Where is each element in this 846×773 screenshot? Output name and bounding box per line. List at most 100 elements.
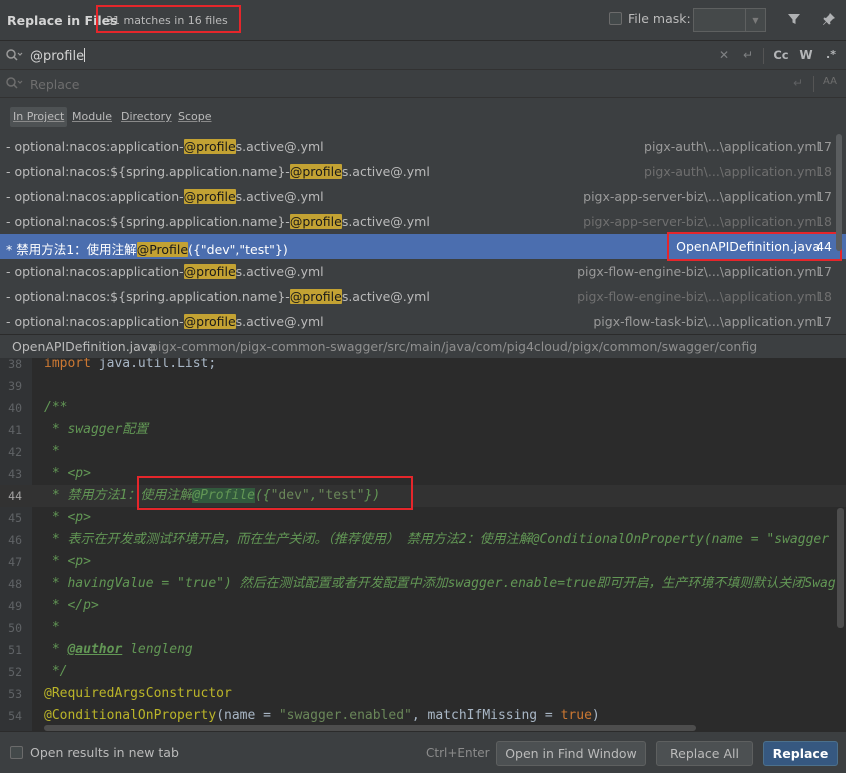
find-row: @profile ✕ ↵ Cc W .* (0, 42, 846, 70)
code-line: 47 * <p> (0, 551, 846, 573)
results-list: - optional:nacos:application-@profiles.a… (0, 134, 846, 334)
replace-input[interactable]: Replace (30, 77, 79, 92)
newline-icon[interactable]: ↵ (740, 48, 756, 62)
code-text: * <p> (44, 463, 91, 485)
line-number: 48 (8, 577, 22, 591)
result-row[interactable]: - optional:nacos:application-@profiles.a… (0, 309, 846, 334)
code-text: import java.util.List; (44, 358, 216, 375)
code-token: * <p> (44, 466, 91, 481)
result-text-before: * 禁用方法1：使用注解 (6, 242, 137, 257)
result-text: - optional:nacos:application-@profiles.a… (6, 264, 324, 279)
open-new-tab-label[interactable]: Open results in new tab (30, 745, 179, 760)
result-match: @profile (183, 264, 236, 279)
code-token: * (44, 642, 68, 657)
separator (813, 76, 814, 92)
result-text-before: - optional:nacos:${spring.application.na… (6, 164, 290, 179)
result-text: - optional:nacos:application-@profiles.a… (6, 139, 324, 154)
result-text: - optional:nacos:application-@profiles.a… (6, 189, 324, 204)
code-text: * <p> (44, 551, 91, 573)
code-token: * <p> (44, 554, 91, 569)
code-line: 54 @ConditionalOnProperty(name = "swagger… (0, 705, 846, 727)
code-token: * (44, 444, 60, 459)
tab-module[interactable]: Module (69, 107, 115, 127)
line-number: 38 (8, 358, 22, 371)
dialog-header: Replace in Files 31 matches in 16 files … (0, 0, 846, 41)
replace-history-icon[interactable] (5, 76, 23, 92)
result-text: - optional:nacos:${spring.application.na… (6, 214, 430, 229)
result-match: @Profile (136, 242, 189, 257)
open-in-find-window-button[interactable]: Open in Find Window (496, 741, 646, 766)
code-token: * <p> (44, 510, 91, 525)
result-match: @profile (289, 214, 342, 229)
line-number: 41 (8, 423, 22, 437)
preview-path-bar: OpenAPIDefinition.java pigx-common/pigx-… (0, 334, 846, 358)
search-input[interactable]: @profile (30, 48, 86, 64)
regex-icon[interactable]: .* (823, 48, 839, 61)
code-text: @RequiredArgsConstructor (44, 683, 232, 705)
result-match: @profile (183, 139, 236, 154)
result-line-number: 18 (816, 164, 832, 179)
filter-icon[interactable] (786, 12, 802, 28)
result-line-number: 17 (816, 189, 832, 204)
vertical-scrollbar[interactable] (837, 508, 844, 628)
chevron-down-icon[interactable]: ▼ (745, 9, 765, 31)
code-line: 43 * <p> (0, 463, 846, 485)
code-text: * <p> (44, 507, 91, 529)
newline-icon[interactable]: ↵ (790, 76, 806, 90)
code-token: * havingValue = "true") 然后在测试配置或者开发配置中添加… (44, 576, 836, 591)
preserve-case-icon[interactable]: AA (822, 76, 838, 87)
file-mask-toggle[interactable]: File mask: (609, 11, 691, 26)
result-text: - optional:nacos:${spring.application.na… (6, 164, 430, 179)
match-count-annotation (96, 5, 241, 33)
result-text-after: s.active@.yml (235, 264, 324, 279)
code-token: , matchIfMissing = (411, 708, 561, 723)
result-file: pigx-auth\...\application.yml (644, 164, 820, 179)
line-number: 50 (8, 621, 22, 635)
code-text: * </p> (44, 595, 99, 617)
clear-icon[interactable]: ✕ (716, 48, 732, 62)
code-line: 53 @RequiredArgsConstructor (0, 683, 846, 705)
code-line: 41 * swagger配置 (0, 419, 846, 441)
replace-button[interactable]: Replace (763, 741, 838, 766)
search-history-icon[interactable] (5, 48, 23, 64)
result-row[interactable]: - optional:nacos:${spring.application.na… (0, 209, 846, 234)
results-scrollbar[interactable] (836, 134, 842, 251)
tab-scope[interactable]: Scope (175, 107, 215, 127)
result-row[interactable]: - optional:nacos:${spring.application.na… (0, 159, 846, 184)
result-line-number: 17 (816, 264, 832, 279)
code-text: /** (44, 397, 67, 419)
result-file: pigx-flow-engine-biz\...\application.yml (577, 264, 820, 279)
file-mask-checkbox[interactable] (609, 12, 622, 25)
words-icon[interactable]: W (798, 48, 814, 62)
tab-directory[interactable]: Directory (118, 107, 175, 127)
result-file: pigx-flow-task-biz\...\application.yml (593, 314, 820, 329)
result-text-after: s.active@.yml (235, 189, 324, 204)
result-line-number: 17 (816, 139, 832, 154)
file-mask-input[interactable]: ▼ (693, 8, 766, 32)
pin-icon[interactable] (821, 12, 837, 28)
code-line: 52 */ (0, 661, 846, 683)
result-row[interactable]: - optional:nacos:${spring.application.na… (0, 284, 846, 309)
code-token: @author (67, 642, 123, 657)
open-new-tab-checkbox[interactable] (10, 746, 23, 759)
code-token: true (560, 708, 592, 723)
result-row[interactable]: - optional:nacos:application-@profiles.a… (0, 134, 846, 159)
code-line: 42 * (0, 441, 846, 463)
code-token: (name = (216, 708, 279, 723)
result-file: pigx-app-server-biz\...\application.yml (583, 189, 820, 204)
code-text: * (44, 617, 60, 639)
code-preview[interactable]: 38 import java.util.List; 39 40 /** 41 * swag… (0, 358, 846, 731)
result-row[interactable]: - optional:nacos:application-@profiles.a… (0, 184, 846, 209)
line-number: 49 (8, 599, 22, 613)
result-text-before: - optional:nacos:application- (6, 139, 184, 154)
match-case-icon[interactable]: Cc (772, 48, 790, 62)
code-token: * swagger配置 (44, 422, 149, 437)
selected-file-annotation (667, 232, 842, 261)
replace-all-button[interactable]: Replace All (656, 741, 753, 766)
tab-in-project[interactable]: In Project (10, 107, 68, 127)
result-text-after: s.active@.yml (235, 314, 324, 329)
line-number: 42 (8, 445, 22, 459)
line-number: 46 (8, 533, 22, 547)
text-caret (84, 48, 86, 62)
result-row[interactable]: - optional:nacos:application-@profiles.a… (0, 259, 846, 284)
